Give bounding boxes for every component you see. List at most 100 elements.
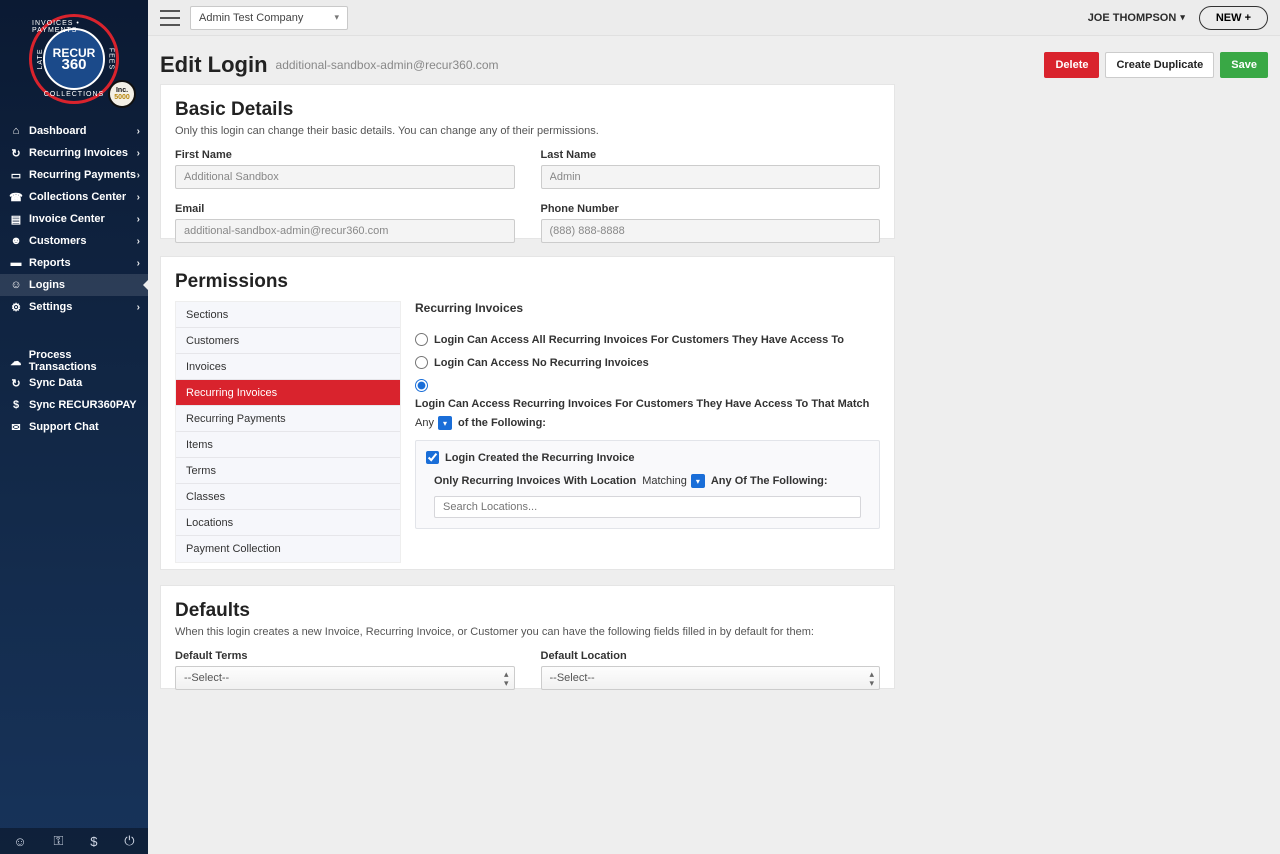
logo-ring-bottom: COLLECTIONS	[44, 91, 104, 98]
sidebar-item-dashboard[interactable]: ⌂Dashboard›	[0, 120, 148, 142]
defaults-heading: Defaults	[161, 586, 894, 626]
sidebar-item-settings[interactable]: ⚙Settings›	[0, 296, 148, 318]
brand-num: 360	[61, 59, 86, 71]
match-select[interactable]: Any ▾	[415, 416, 452, 430]
phone-label: Phone Number	[541, 203, 881, 215]
first-name-input[interactable]	[175, 165, 515, 189]
perm-radio-1-input[interactable]	[415, 333, 428, 346]
logo-ring-left: LATE	[37, 49, 44, 70]
refresh-icon: ↻	[10, 147, 22, 160]
perm-radio-3[interactable]: Login Can Access Recurring Invoices For …	[415, 379, 880, 430]
chevron-right-icon: ›	[137, 148, 140, 159]
location-match-select[interactable]: Matching ▾	[642, 474, 705, 488]
inc-badge: Inc. 5000	[108, 80, 136, 108]
perm-radio-3-input[interactable]	[415, 379, 428, 392]
users-icon: ☻	[10, 235, 22, 247]
save-button[interactable]: Save	[1220, 52, 1268, 78]
perm-radio-1[interactable]: Login Can Access All Recurring Invoices …	[415, 333, 880, 346]
duplicate-button[interactable]: Create Duplicate	[1105, 52, 1214, 78]
sidebar-item-logins[interactable]: ☺Logins	[0, 274, 148, 296]
tab-locations[interactable]: Locations	[176, 510, 400, 536]
permissions-content-title: Recurring Invoices	[415, 301, 880, 315]
user-icon: ☺	[10, 279, 22, 291]
nav-utility: ☁Process Transactions ↻Sync Data $Sync R…	[0, 350, 148, 438]
permissions-content: Recurring Invoices Login Can Access All …	[415, 301, 880, 563]
sidebar-item-recurring-invoices[interactable]: ↻Recurring Invoices›	[0, 142, 148, 164]
tab-recurring-payments[interactable]: Recurring Payments	[176, 406, 400, 432]
logo-ring-top: INVOICES • PAYMENTS	[32, 20, 116, 34]
last-name-label: Last Name	[541, 149, 881, 161]
email-label: Email	[175, 203, 515, 215]
phone-icon: ☎	[10, 191, 22, 204]
caret-icon: ▾	[438, 416, 452, 430]
perm-radio-2-input[interactable]	[415, 356, 428, 369]
page-subtitle: additional-sandbox-admin@recur360.com	[276, 58, 499, 72]
dollar-icon: $	[10, 399, 22, 411]
page-header: Edit Login additional-sandbox-admin@recu…	[160, 52, 1268, 78]
logo-ring-right: FEES	[107, 48, 114, 70]
default-location-label: Default Location	[541, 650, 881, 662]
sidebar-item-invoice-center[interactable]: ▤Invoice Center›	[0, 208, 148, 230]
delete-button[interactable]: Delete	[1044, 52, 1099, 78]
hamburger-icon[interactable]	[160, 10, 180, 26]
footer-power-icon[interactable]: ⏻	[124, 833, 134, 849]
sidebar-item-reports[interactable]: ▬Reports›	[0, 252, 148, 274]
sidebar-item-process[interactable]: ☁Process Transactions	[0, 350, 148, 372]
sidebar-item-customers[interactable]: ☻Customers›	[0, 230, 148, 252]
tab-recurring-invoices[interactable]: Recurring Invoices	[176, 380, 400, 406]
chevron-right-icon: ›	[137, 258, 140, 269]
default-location-select[interactable]	[541, 666, 881, 690]
basic-heading: Basic Details	[161, 85, 894, 125]
tab-payment-collection[interactable]: Payment Collection	[176, 536, 400, 562]
tab-items[interactable]: Items	[176, 432, 400, 458]
chart-icon: ▬	[10, 257, 22, 269]
default-terms-select[interactable]	[175, 666, 515, 690]
sidebar-item-support[interactable]: ✉Support Chat	[0, 416, 148, 438]
chevron-right-icon: ›	[137, 236, 140, 247]
caret-down-icon: ▾	[334, 12, 339, 23]
new-button[interactable]: NEW +	[1199, 6, 1268, 30]
chevron-right-icon: ›	[137, 214, 140, 225]
tab-terms[interactable]: Terms	[176, 458, 400, 484]
sidebar-item-sync-pay[interactable]: $Sync RECUR360PAY	[0, 394, 148, 416]
stepper-icon: ▴▾	[504, 670, 509, 687]
dashboard-icon: ⌂	[10, 125, 22, 137]
chevron-right-icon: ›	[137, 192, 140, 203]
email-input[interactable]	[175, 219, 515, 243]
sidebar: INVOICES • PAYMENTS COLLECTIONS LATE FEE…	[0, 0, 148, 854]
tab-customers[interactable]: Customers	[176, 328, 400, 354]
basic-details-card: Basic Details Only this login can change…	[160, 84, 895, 239]
company-select-value: Admin Test Company	[199, 12, 303, 24]
footer-user-icon[interactable]: ☺	[13, 834, 26, 849]
chevron-right-icon: ›	[137, 170, 140, 181]
sidebar-item-recurring-payments[interactable]: ▭Recurring Payments›	[0, 164, 148, 186]
defaults-card: Defaults When this login creates a new I…	[160, 585, 895, 689]
cloud-icon: ☁	[10, 355, 22, 368]
perm-check-created[interactable]: Login Created the Recurring Invoice	[426, 451, 869, 464]
card-icon: ▭	[10, 169, 22, 182]
tab-sections[interactable]: Sections	[176, 302, 400, 328]
perm-check-created-input[interactable]	[426, 451, 439, 464]
nav-primary: ⌂Dashboard› ↻Recurring Invoices› ▭Recurr…	[0, 120, 148, 318]
caret-icon: ▾	[691, 474, 705, 488]
chevron-down-icon: ▾	[1180, 12, 1185, 23]
phone-input[interactable]	[541, 219, 881, 243]
location-search-input[interactable]	[434, 496, 861, 518]
footer-key-icon[interactable]: ⚿	[54, 833, 64, 849]
chevron-right-icon: ›	[137, 302, 140, 313]
perm-radio-2[interactable]: Login Can Access No Recurring Invoices	[415, 356, 880, 369]
company-select[interactable]: Admin Test Company ▾	[190, 6, 348, 30]
last-name-input[interactable]	[541, 165, 881, 189]
page-title: Edit Login	[160, 52, 268, 78]
doc-icon: ▤	[10, 213, 22, 226]
permissions-heading: Permissions	[161, 257, 894, 301]
user-menu[interactable]: JOE THOMPSON ▾	[1088, 12, 1185, 24]
tab-invoices[interactable]: Invoices	[176, 354, 400, 380]
tab-classes[interactable]: Classes	[176, 484, 400, 510]
sidebar-item-sync[interactable]: ↻Sync Data	[0, 372, 148, 394]
chevron-right-icon: ›	[137, 126, 140, 137]
sidebar-item-collections[interactable]: ☎Collections Center›	[0, 186, 148, 208]
perm-sub-panel: Login Created the Recurring Invoice Only…	[415, 440, 880, 529]
topbar: Admin Test Company ▾ JOE THOMPSON ▾ NEW …	[148, 0, 1280, 36]
footer-dollar-icon[interactable]: $	[90, 834, 97, 849]
